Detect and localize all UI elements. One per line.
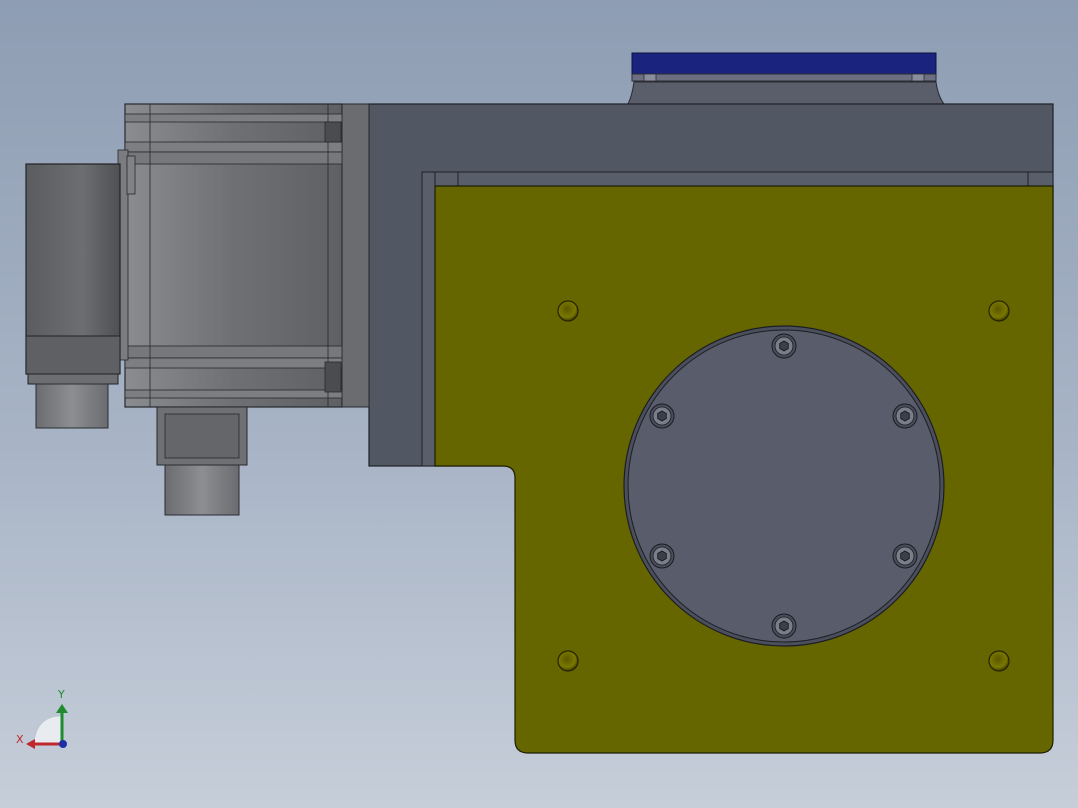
output-cover-disc — [623, 325, 945, 647]
x-axis-label: X — [16, 733, 24, 746]
plate-hole — [988, 650, 1010, 672]
plate-hole — [988, 300, 1010, 322]
cover-screw — [771, 613, 797, 639]
plate-hole — [557, 300, 579, 322]
cad-viewport[interactable]: Y X — [0, 0, 1078, 808]
cover-screw — [649, 403, 675, 429]
axis-triad — [26, 704, 68, 749]
top-mount-bar — [627, 52, 945, 105]
y-axis-label: Y — [58, 688, 65, 701]
servo-motor — [117, 103, 370, 408]
cover-screw — [892, 403, 918, 429]
motor-connector — [156, 406, 248, 516]
cover-screw — [649, 543, 675, 569]
cover-screw — [771, 333, 797, 359]
encoder-connector — [35, 383, 109, 429]
z-axis-dot — [59, 740, 67, 748]
model-drawing — [25, 52, 1054, 754]
plate-hole — [557, 650, 579, 672]
cover-screw — [892, 543, 918, 569]
encoder-cap — [25, 163, 121, 385]
